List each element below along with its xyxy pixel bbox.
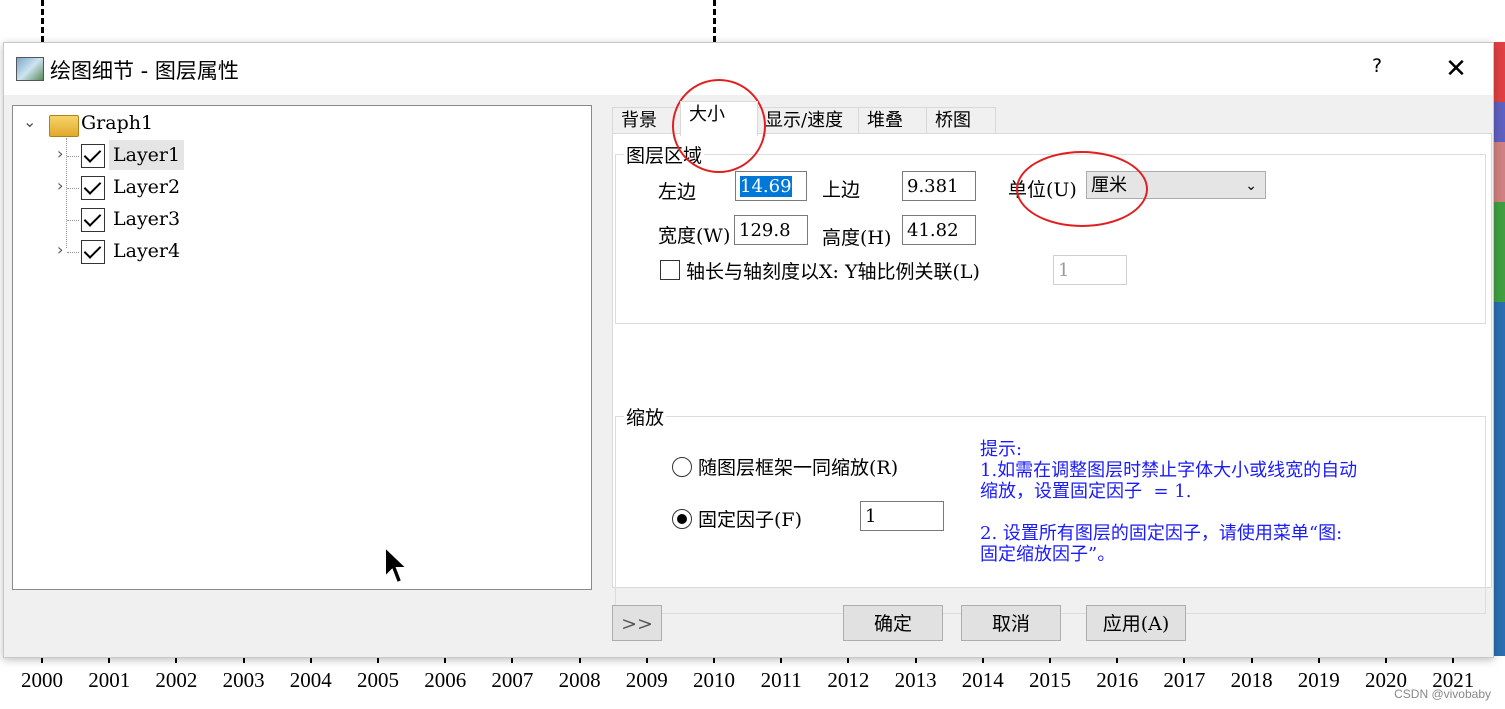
help-button[interactable]: ?: [1362, 55, 1392, 83]
tree-item-layer3[interactable]: Layer3: [113, 204, 180, 234]
width-input[interactable]: 129.8: [734, 215, 808, 245]
ok-button[interactable]: 确定: [843, 605, 943, 641]
axis-year-label: 2001: [88, 668, 131, 692]
axis-year-label: 2019: [1297, 668, 1340, 692]
axis-year-label: 2009: [625, 668, 668, 692]
mouse-cursor-icon: [384, 545, 410, 585]
graph-dashed-line-left: [41, 0, 44, 42]
link-axis-checkbox[interactable]: [660, 260, 680, 280]
background-x-axis: 2000 2001 2002 2003 2004 2005 2006 2007 2008 2009…: [0, 652, 1505, 709]
layer-properties-dialog: 绘图细节 - 图层属性 ? ✕ ⌄ Graph1 › Layer1 › Laye…: [3, 42, 1494, 658]
scaling-hint-text: 提示: 1.如需在调整图层时禁止字体大小或线宽的自动 缩放，设置固定因子 = 1…: [980, 439, 1358, 565]
scale-with-frame-label: 随图层框架一同缩放(R): [698, 457, 899, 479]
link-ratio-input[interactable]: 1: [1053, 255, 1127, 285]
expand-button[interactable]: >>: [612, 605, 662, 641]
graph-color-strip: [1493, 142, 1505, 202]
fixed-factor-radio[interactable]: [672, 509, 692, 529]
axis-year-label: 2014: [961, 668, 1004, 692]
layer-tree[interactable]: ⌄ Graph1 › Layer1 › Layer2 Layer3 › Laye…: [12, 105, 592, 590]
chevron-right-icon[interactable]: ›: [57, 176, 63, 195]
axis-year-label: 2012: [827, 668, 870, 692]
tree-connector: [67, 252, 79, 253]
axis-year-label: 2015: [1029, 668, 1071, 692]
tab-bridge[interactable]: 桥图: [926, 107, 996, 134]
tab-display-speed[interactable]: 显示/速度: [756, 107, 860, 134]
scaling-group: 缩放 随图层框架一同缩放(R) 固定因子(F) 1 提示: 1.如需在调整图层时…: [615, 403, 1486, 614]
watermark: CSDN @vivobaby: [1394, 687, 1491, 701]
tab-size[interactable]: 大小: [680, 101, 758, 136]
fixed-factor-label: 固定因子(F): [698, 509, 803, 531]
axis-year-label: 2006: [424, 668, 467, 692]
tree-connector: [67, 156, 79, 157]
dialog-title: 绘图细节 - 图层属性: [50, 59, 239, 83]
tree-connector: [67, 220, 79, 221]
tree-root-graph[interactable]: Graph1: [81, 108, 153, 138]
cancel-button[interactable]: 取消: [961, 605, 1061, 641]
graph-dashed-line-right: [713, 0, 716, 42]
title-bar[interactable]: 绘图细节 - 图层属性 ? ✕: [4, 43, 1493, 95]
chevron-right-icon[interactable]: ›: [57, 144, 63, 163]
graph-color-strip: [1493, 202, 1505, 302]
tree-item-layer1[interactable]: Layer1: [109, 140, 185, 170]
layer4-checkbox[interactable]: [81, 240, 105, 264]
left-input[interactable]: 14.69: [735, 171, 807, 201]
chevron-right-icon[interactable]: ›: [57, 240, 63, 259]
top-label: 上边: [822, 179, 861, 201]
annotation-circle-unit: [1016, 151, 1148, 227]
tree-item-layer2[interactable]: Layer2: [113, 172, 180, 202]
scale-with-frame-radio[interactable]: [672, 457, 692, 477]
axis-year-label: 2008: [558, 668, 601, 692]
axis-year-label: 2007: [491, 668, 534, 692]
axis-year-label: 2010: [693, 668, 735, 692]
axis-year-label: 2002: [155, 668, 198, 692]
chevron-down-icon: ⌄: [1245, 178, 1257, 194]
top-input[interactable]: 9.381: [902, 171, 976, 201]
layer2-checkbox[interactable]: [81, 176, 105, 200]
scaling-title: 缩放: [624, 403, 667, 430]
tree-connector: [67, 188, 79, 189]
left-value: 14.69: [740, 176, 792, 197]
graph-color-strip: [1493, 42, 1505, 102]
tab-stack[interactable]: 堆叠: [858, 107, 928, 134]
fixed-factor-input[interactable]: 1: [860, 501, 944, 531]
height-input[interactable]: 41.82: [902, 215, 976, 245]
graph-color-strip: [1493, 102, 1505, 142]
axis-year-label: 2005: [357, 668, 399, 692]
axis-year-label: 2013: [894, 668, 937, 692]
axis-year-label: 2003: [222, 668, 265, 692]
chevron-down-icon[interactable]: ⌄: [23, 112, 36, 131]
close-icon[interactable]: ✕: [1440, 53, 1472, 85]
layer1-checkbox[interactable]: [81, 144, 105, 168]
tree-item-layer4[interactable]: Layer4: [113, 236, 180, 266]
left-label: 左边: [658, 181, 697, 203]
tree-connector: [66, 138, 67, 248]
axis-year-label: 2018: [1230, 668, 1273, 692]
folder-icon: [49, 115, 79, 137]
width-label: 宽度(W): [658, 225, 731, 247]
app-icon: [16, 57, 44, 81]
axis-year-label: 2016: [1096, 668, 1139, 692]
height-label: 高度(H): [822, 227, 892, 249]
graph-color-strip: [1493, 302, 1505, 656]
axis-year-label: 2004: [289, 668, 332, 692]
layer3-checkbox[interactable]: [81, 208, 105, 232]
axis-year-label: 2000: [21, 668, 63, 692]
axis-year-label: 2017: [1163, 668, 1206, 692]
apply-button[interactable]: 应用(A): [1086, 605, 1186, 641]
link-axis-label: 轴长与轴刻度以X: Y轴比例关联(L): [686, 261, 980, 283]
axis-year-label: 2011: [760, 668, 802, 692]
